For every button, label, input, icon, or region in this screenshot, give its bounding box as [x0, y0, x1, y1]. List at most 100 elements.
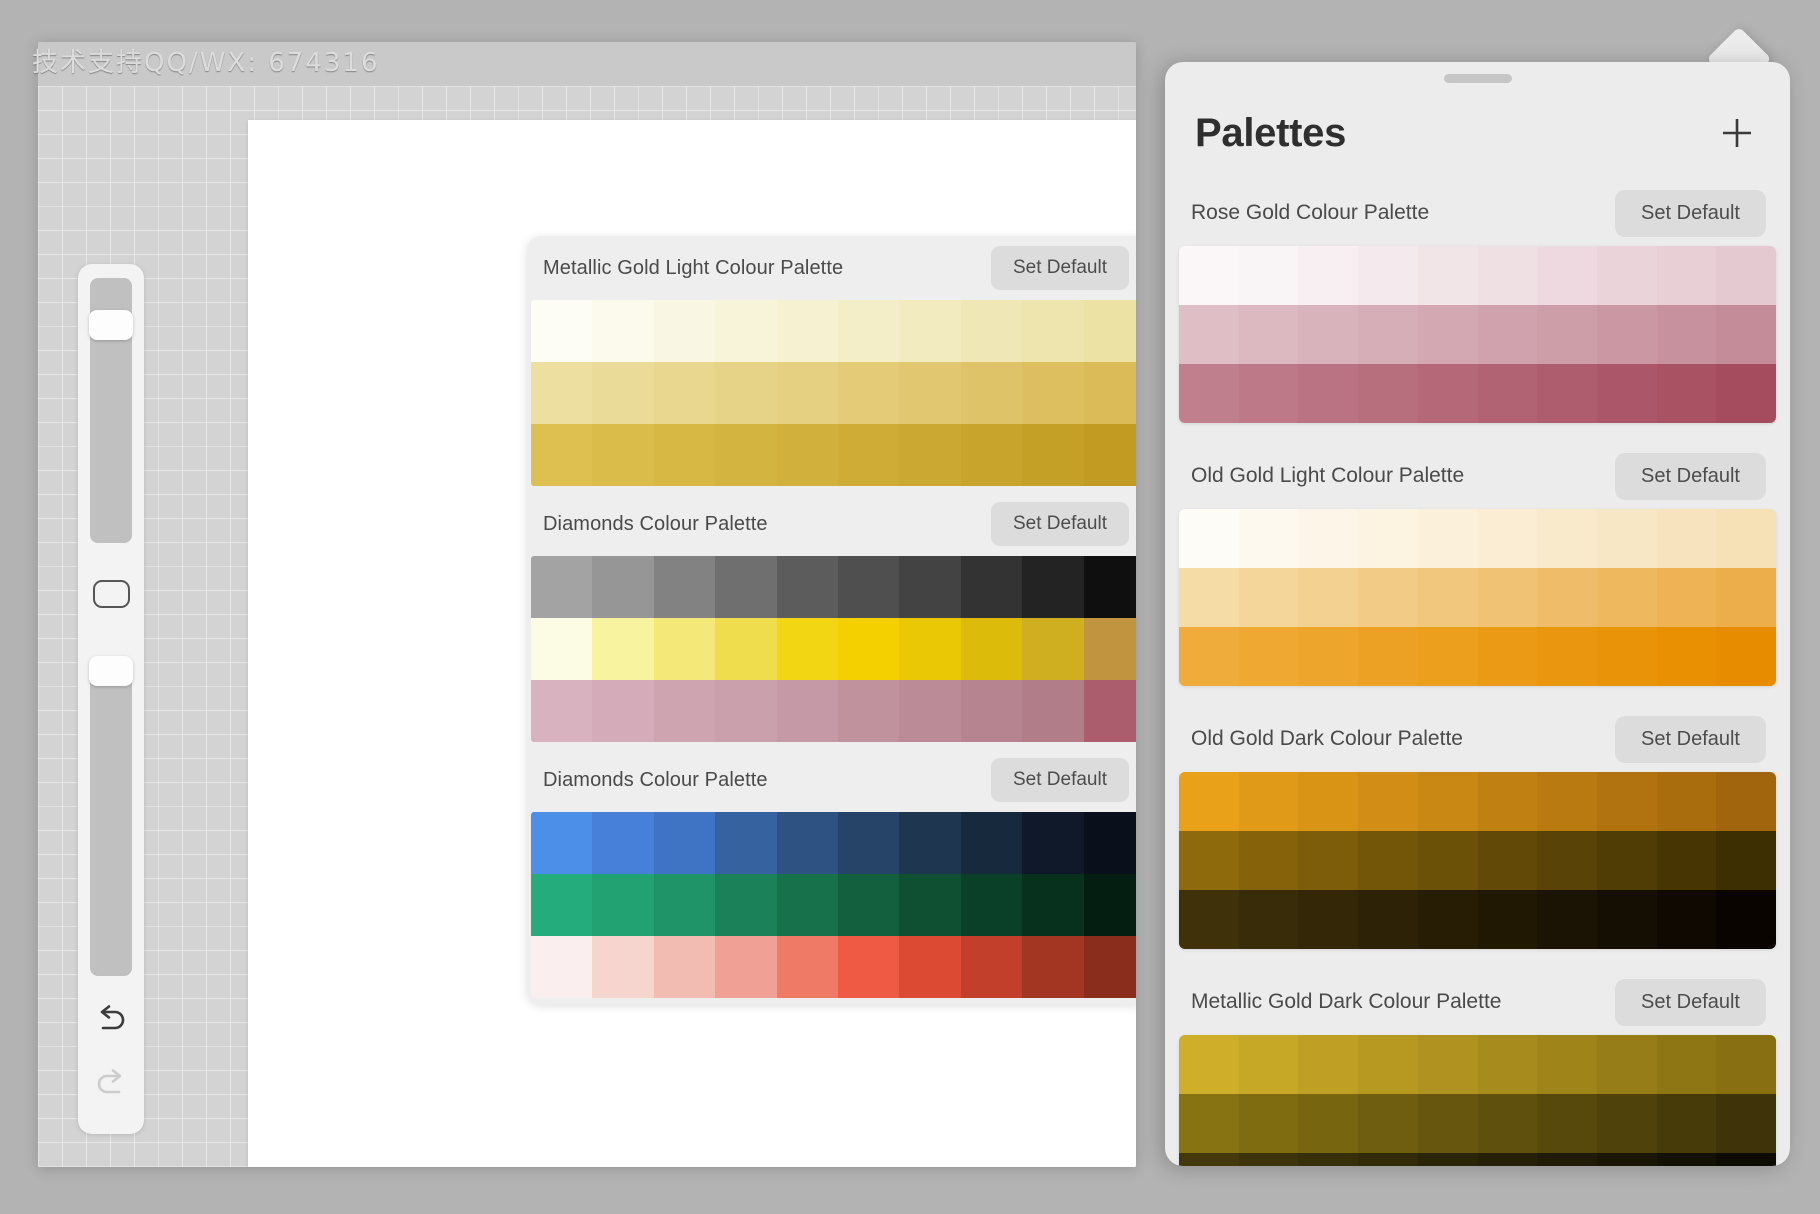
- colour-swatch[interactable]: [531, 618, 592, 680]
- colour-swatch[interactable]: [1298, 1153, 1358, 1166]
- colour-swatch[interactable]: [1179, 831, 1239, 890]
- colour-swatch[interactable]: [1716, 1035, 1776, 1094]
- colour-swatch[interactable]: [899, 362, 960, 424]
- colour-swatch[interactable]: [1239, 246, 1299, 305]
- colour-swatch[interactable]: [961, 362, 1022, 424]
- colour-swatch[interactable]: [1358, 305, 1418, 364]
- colour-swatch[interactable]: [961, 424, 1022, 486]
- colour-swatch[interactable]: [1179, 1094, 1239, 1153]
- colour-swatch[interactable]: [1478, 246, 1538, 305]
- colour-swatch[interactable]: [1239, 772, 1299, 831]
- colour-swatch[interactable]: [1239, 568, 1299, 627]
- colour-swatch[interactable]: [1358, 1153, 1418, 1166]
- colour-swatch[interactable]: [715, 362, 776, 424]
- colour-swatch[interactable]: [838, 424, 899, 486]
- colour-swatch[interactable]: [1537, 831, 1597, 890]
- colour-swatch[interactable]: [1478, 890, 1538, 949]
- colour-swatch[interactable]: [1358, 509, 1418, 568]
- set-default-button[interactable]: Set Default: [991, 758, 1129, 802]
- colour-swatch[interactable]: [899, 874, 960, 936]
- colour-swatch[interactable]: [1657, 627, 1717, 686]
- colour-swatch[interactable]: [1418, 305, 1478, 364]
- colour-swatch[interactable]: [1597, 831, 1657, 890]
- colour-swatch[interactable]: [531, 680, 592, 742]
- colour-swatch[interactable]: [1084, 936, 1136, 998]
- colour-swatch[interactable]: [1478, 1153, 1538, 1166]
- colour-swatch[interactable]: [1716, 364, 1776, 423]
- colour-swatch[interactable]: [531, 556, 592, 618]
- colour-swatch[interactable]: [592, 936, 653, 998]
- colour-swatch[interactable]: [1298, 890, 1358, 949]
- colour-swatch[interactable]: [838, 812, 899, 874]
- set-default-button[interactable]: Set Default: [1615, 453, 1766, 500]
- colour-swatch[interactable]: [1239, 890, 1299, 949]
- colour-swatch[interactable]: [1478, 568, 1538, 627]
- colour-swatch[interactable]: [1084, 680, 1136, 742]
- colour-swatch[interactable]: [1298, 509, 1358, 568]
- colour-swatch[interactable]: [1657, 831, 1717, 890]
- colour-swatch[interactable]: [1537, 627, 1597, 686]
- colour-swatch[interactable]: [1239, 831, 1299, 890]
- colour-swatch[interactable]: [1022, 936, 1083, 998]
- colour-swatch[interactable]: [1716, 305, 1776, 364]
- colour-swatch[interactable]: [961, 680, 1022, 742]
- colour-swatch[interactable]: [777, 874, 838, 936]
- colour-swatch[interactable]: [1597, 364, 1657, 423]
- colour-swatch[interactable]: [715, 618, 776, 680]
- colour-swatch[interactable]: [777, 300, 838, 362]
- colour-swatch[interactable]: [1179, 246, 1239, 305]
- colour-swatch[interactable]: [1716, 509, 1776, 568]
- colour-swatch[interactable]: [1179, 1035, 1239, 1094]
- colour-swatch[interactable]: [1716, 772, 1776, 831]
- colour-swatch[interactable]: [1657, 509, 1717, 568]
- colour-swatch[interactable]: [838, 362, 899, 424]
- colour-swatch[interactable]: [1179, 509, 1239, 568]
- colour-swatch[interactable]: [1716, 890, 1776, 949]
- colour-swatch[interactable]: [1022, 812, 1083, 874]
- colour-swatch[interactable]: [1597, 1035, 1657, 1094]
- set-default-button[interactable]: Set Default: [991, 246, 1129, 290]
- undo-button[interactable]: [78, 990, 144, 1046]
- colour-swatch[interactable]: [961, 300, 1022, 362]
- colour-swatch[interactable]: [654, 812, 715, 874]
- colour-swatch[interactable]: [1179, 568, 1239, 627]
- colour-swatch[interactable]: [1597, 772, 1657, 831]
- colour-swatch[interactable]: [1179, 364, 1239, 423]
- colour-swatch[interactable]: [838, 556, 899, 618]
- colour-swatch[interactable]: [1179, 627, 1239, 686]
- colour-swatch[interactable]: [592, 680, 653, 742]
- colour-swatch[interactable]: [1657, 364, 1717, 423]
- colour-swatch[interactable]: [1657, 305, 1717, 364]
- colour-swatch[interactable]: [1597, 627, 1657, 686]
- colour-swatch[interactable]: [777, 618, 838, 680]
- colour-swatch[interactable]: [961, 812, 1022, 874]
- colour-swatch[interactable]: [1597, 890, 1657, 949]
- colour-swatch[interactable]: [1597, 246, 1657, 305]
- colour-swatch[interactable]: [1537, 1153, 1597, 1166]
- colour-swatch[interactable]: [715, 680, 776, 742]
- colour-swatch[interactable]: [654, 556, 715, 618]
- colour-swatch[interactable]: [1657, 1153, 1717, 1166]
- colour-swatch[interactable]: [1537, 305, 1597, 364]
- colour-swatch[interactable]: [531, 874, 592, 936]
- colour-swatch[interactable]: [1716, 627, 1776, 686]
- colour-swatch[interactable]: [1022, 618, 1083, 680]
- add-palette-button[interactable]: [1710, 106, 1764, 160]
- colour-swatch[interactable]: [1022, 874, 1083, 936]
- colour-swatch[interactable]: [1239, 509, 1299, 568]
- colour-swatch[interactable]: [654, 424, 715, 486]
- colour-swatch[interactable]: [1716, 246, 1776, 305]
- colour-swatch[interactable]: [715, 874, 776, 936]
- colour-swatch[interactable]: [531, 300, 592, 362]
- colour-swatch[interactable]: [1537, 509, 1597, 568]
- colour-swatch[interactable]: [899, 680, 960, 742]
- colour-swatch[interactable]: [961, 874, 1022, 936]
- vertical-slider-a[interactable]: [90, 278, 132, 543]
- colour-swatch[interactable]: [531, 362, 592, 424]
- colour-swatch[interactable]: [1537, 364, 1597, 423]
- palettes-list[interactable]: Rose Gold Colour PaletteSet DefaultOld G…: [1165, 180, 1790, 1166]
- colour-swatch[interactable]: [715, 812, 776, 874]
- colour-swatch[interactable]: [654, 936, 715, 998]
- colour-swatch[interactable]: [1358, 890, 1418, 949]
- colour-swatch[interactable]: [1179, 890, 1239, 949]
